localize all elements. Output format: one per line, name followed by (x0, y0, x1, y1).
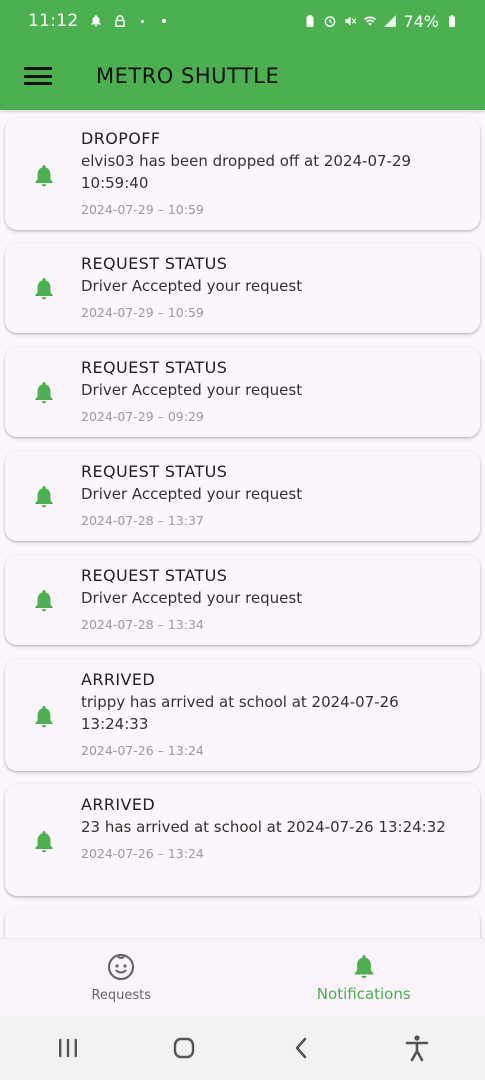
notification-body: Driver Accepted your request (81, 277, 303, 295)
notification-body: trippy has arrived at school at 2024-07-… (81, 693, 399, 733)
notification-time: 2024-07-29 – 10:59 (81, 202, 204, 217)
nav-notifications-label: Notifications (316, 984, 411, 1003)
notification-body: Driver Accepted your request (81, 485, 303, 503)
child-face-icon (108, 953, 135, 981)
dot-status-icon (140, 19, 144, 23)
bell-icon (35, 278, 53, 300)
home-icon (174, 1037, 195, 1059)
bell-icon (35, 590, 53, 612)
notification-title: REQUEST STATUS (81, 462, 228, 481)
lock-status-icon (114, 15, 125, 27)
battery-icon (449, 15, 455, 27)
back-icon (295, 1037, 306, 1059)
bell-icon (354, 954, 374, 978)
recent-apps-button[interactable] (48, 1028, 88, 1068)
accessibility-button[interactable] (397, 1028, 437, 1068)
notification-body: 23 has arrived at school at 2024-07-26 1… (81, 818, 446, 836)
accessibility-icon (405, 1035, 429, 1062)
signal-status-icon (384, 15, 397, 27)
notification-list[interactable]: DROPOFF elvis03 has been dropped off at … (0, 110, 485, 938)
notification-time: 2024-07-28 – 13:34 (81, 617, 204, 632)
alarm-status-icon (325, 16, 336, 27)
bell-icon (35, 382, 53, 404)
bell-icon (35, 831, 53, 853)
notification-body: Driver Accepted your request (81, 589, 303, 607)
notification-bell-status-icon (90, 15, 101, 27)
page-title: METRO SHUTTLE (96, 64, 280, 88)
notification-card[interactable]: DROPOFF elvis03 has been dropped off at … (5, 118, 480, 230)
bell-icon (35, 165, 53, 187)
notification-title: REQUEST STATUS (81, 566, 228, 585)
mute-status-icon (345, 16, 357, 26)
battery-saver-status-icon (306, 15, 314, 27)
home-button[interactable] (164, 1028, 204, 1068)
notification-time: 2024-07-29 – 09:29 (81, 409, 204, 424)
status-time: 11:12 (28, 11, 79, 31)
notification-card[interactable]: REQUEST STATUS Driver Accepted your requ… (5, 451, 480, 541)
notification-title: REQUEST STATUS (81, 254, 228, 273)
notification-title: ARRIVED (81, 795, 156, 814)
app-bar: METRO SHUTTLE (0, 42, 485, 110)
dot-status-icon (161, 19, 166, 23)
notification-time: 2024-07-26 – 13:24 (81, 743, 204, 758)
wifi-status-icon (364, 16, 377, 26)
notification-card[interactable]: ARRIVED 23 has arrived at school at 2024… (5, 784, 480, 896)
notification-card[interactable]: REQUEST STATUS Driver Accepted your requ… (5, 555, 480, 645)
notification-card[interactable]: REQUEST STATUS Driver Accepted your requ… (5, 347, 480, 437)
bell-icon (35, 706, 53, 728)
bell-icon (35, 486, 53, 508)
battery-percent: 74% (403, 11, 439, 31)
status-bar: 11:12 74% (0, 0, 485, 42)
recent-apps-icon (59, 1039, 78, 1057)
notification-time: 2024-07-26 – 13:24 (81, 846, 204, 861)
notification-body: Driver Accepted your request (81, 381, 303, 399)
notification-title: REQUEST STATUS (81, 358, 228, 377)
nav-requests-label: Requests (91, 988, 152, 1003)
bottom-navigation: Requests Notifications (0, 938, 485, 1016)
notification-card[interactable]: ARRIVED trippy has arrived at school at … (5, 659, 480, 771)
nav-notifications[interactable]: Notifications (243, 939, 485, 1016)
nav-requests[interactable]: Requests (0, 939, 243, 1016)
notification-title: DROPOFF (81, 129, 161, 148)
system-navigation-bar (0, 1016, 485, 1080)
notification-time: 2024-07-28 – 13:37 (81, 513, 204, 528)
hamburger-menu-icon[interactable] (24, 65, 52, 87)
back-button[interactable] (281, 1028, 321, 1068)
notification-card-partial[interactable] (5, 908, 480, 938)
notification-body: elvis03 has been dropped off at 2024-07-… (81, 152, 412, 192)
notification-card[interactable]: REQUEST STATUS Driver Accepted your requ… (5, 243, 480, 333)
notification-time: 2024-07-29 – 10:59 (81, 305, 204, 320)
notification-title: ARRIVED (81, 670, 156, 689)
